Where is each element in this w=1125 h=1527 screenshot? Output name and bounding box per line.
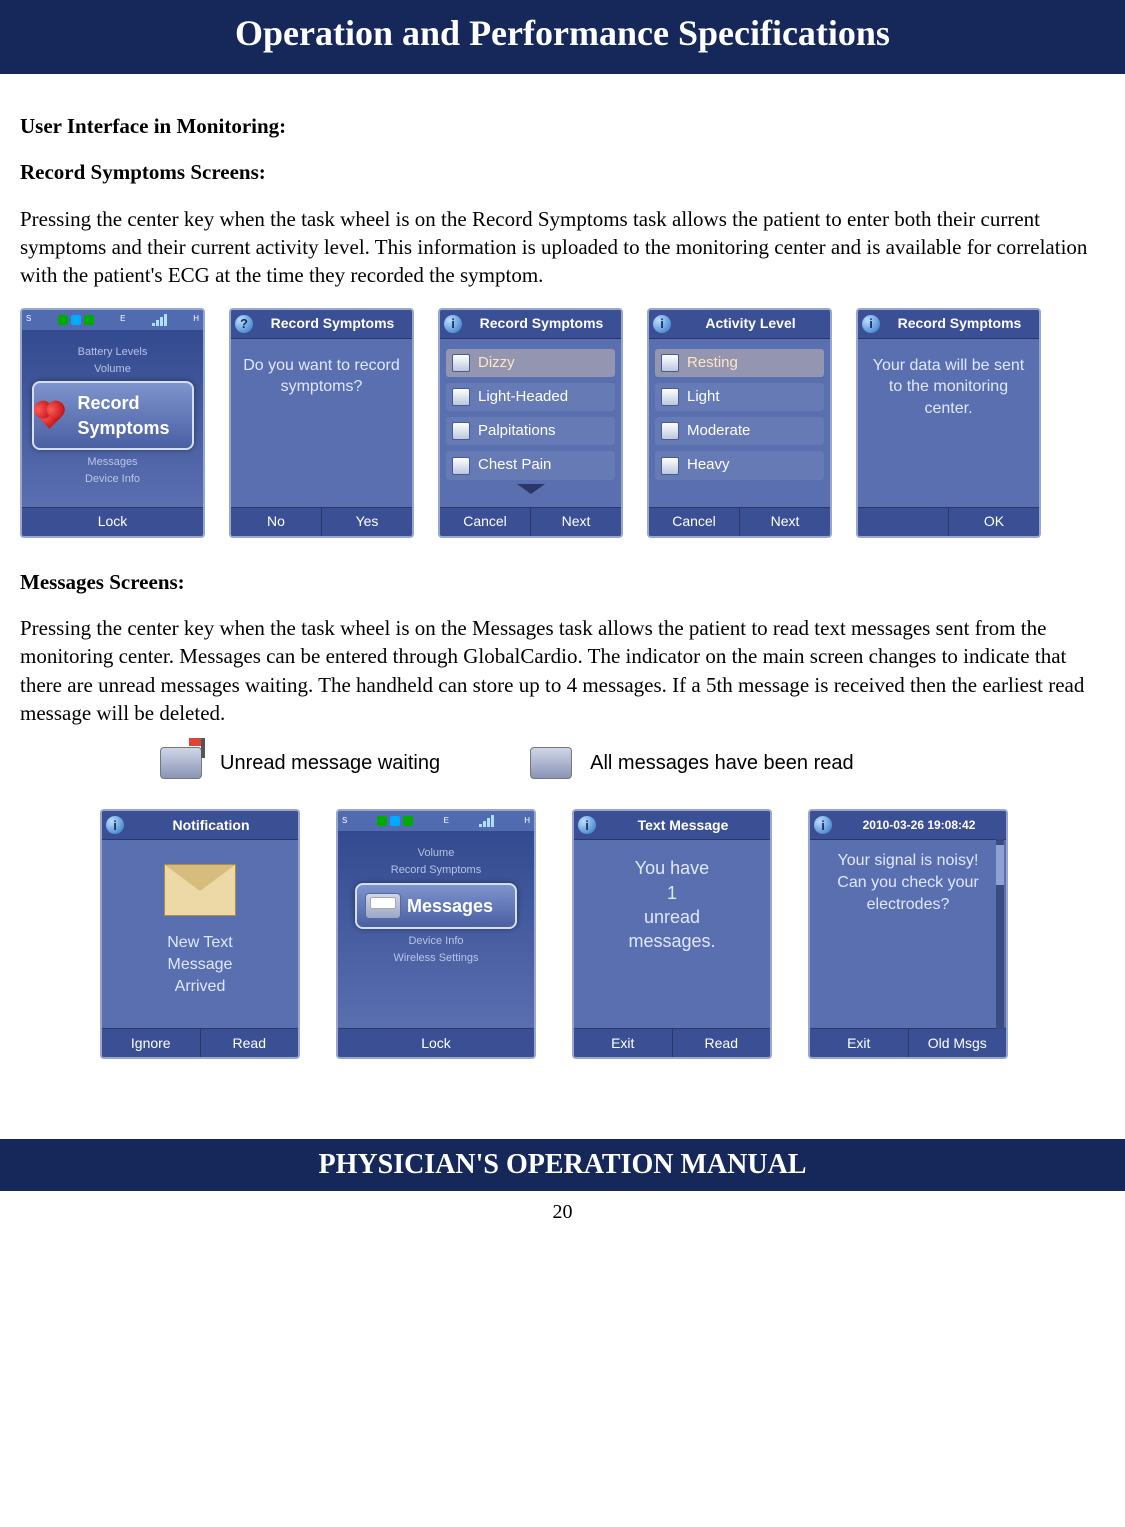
activity-option-light[interactable]: Light bbox=[655, 383, 824, 411]
activity-option-resting[interactable]: Resting bbox=[655, 349, 824, 377]
confirmation-message: Your data will be sent to the monitoring… bbox=[864, 349, 1033, 420]
symptoms-list-screen: i Record Symptoms Dizzy Light-Headed Pal… bbox=[438, 308, 623, 538]
messages-screens-row: i Notification New Text Message Arrived … bbox=[100, 809, 1105, 1059]
info-icon: i bbox=[578, 816, 596, 834]
heart-icon bbox=[36, 403, 61, 428]
softkey-lock[interactable]: Lock bbox=[22, 508, 203, 536]
checkbox-icon bbox=[661, 457, 679, 475]
wheel-item: Messages bbox=[87, 455, 137, 470]
mailbox-read-icon bbox=[530, 747, 572, 779]
softkey-read[interactable]: Read bbox=[673, 1029, 771, 1057]
info-icon: i bbox=[444, 315, 462, 333]
softkey-exit[interactable]: Exit bbox=[810, 1029, 909, 1057]
confirmation-screen: i Record Symptoms Your data will be sent… bbox=[856, 308, 1041, 538]
info-icon: i bbox=[106, 816, 124, 834]
text-message-screen: i Text Message You have 1 unread message… bbox=[572, 809, 772, 1059]
checkbox-icon bbox=[452, 388, 470, 406]
activity-option-heavy[interactable]: Heavy bbox=[655, 451, 824, 479]
scrollbar-thumb[interactable] bbox=[996, 845, 1004, 885]
section-messages-title: Messages Screens: bbox=[20, 568, 1105, 596]
task-wheel-messages-screen: S E H Volume Record Symptoms bbox=[336, 809, 536, 1059]
softkey-next[interactable]: Next bbox=[531, 508, 621, 536]
legend-unread-label: Unread message waiting bbox=[220, 750, 440, 777]
wheel-item: Device Info bbox=[85, 472, 140, 487]
info-icon: i bbox=[814, 816, 832, 834]
notification-screen: i Notification New Text Message Arrived … bbox=[100, 809, 300, 1059]
softkey-yes[interactable]: Yes bbox=[322, 508, 412, 536]
section-record-symptoms-title: Record Symptoms Screens: bbox=[20, 158, 1105, 186]
message-icon-legend: Unread message waiting All messages have… bbox=[160, 747, 1105, 779]
softkey-empty bbox=[858, 508, 949, 536]
section-ui-monitoring-title: User Interface in Monitoring: bbox=[20, 112, 1105, 140]
task-wheel-screen: S E H Battery Levels Volume bbox=[20, 308, 205, 538]
activity-level-screen: i Activity Level Resting Light Moderate … bbox=[647, 308, 832, 538]
symptom-option-dizzy[interactable]: Dizzy bbox=[446, 349, 615, 377]
wheel-selected-record-symptoms[interactable]: Record Symptoms bbox=[32, 381, 194, 450]
wheel-item: Volume bbox=[94, 362, 131, 377]
envelope-icon bbox=[164, 864, 236, 916]
checkbox-icon bbox=[661, 388, 679, 406]
softkey-ok[interactable]: OK bbox=[949, 508, 1039, 536]
checkbox-icon bbox=[452, 354, 470, 372]
info-icon: i bbox=[653, 315, 671, 333]
symptom-option-palpitations[interactable]: Palpitations bbox=[446, 417, 615, 445]
wheel-item: Record Symptoms bbox=[391, 863, 481, 878]
wheel-item: Device Info bbox=[408, 934, 463, 949]
record-symptoms-screens-row: S E H Battery Levels Volume bbox=[20, 308, 1105, 538]
record-symptoms-paragraph: Pressing the center key when the task wh… bbox=[20, 205, 1105, 290]
page-footer: PHYSICIAN'S OPERATION MANUAL bbox=[0, 1139, 1125, 1191]
page-header: Operation and Performance Specifications bbox=[0, 0, 1125, 74]
softkey-cancel[interactable]: Cancel bbox=[440, 508, 531, 536]
activity-option-moderate[interactable]: Moderate bbox=[655, 417, 824, 445]
mailbox-unread-icon bbox=[160, 747, 202, 779]
symptom-option-lightheaded[interactable]: Light-Headed bbox=[446, 383, 615, 411]
checkbox-icon bbox=[452, 422, 470, 440]
checkbox-icon bbox=[661, 422, 679, 440]
info-icon: i bbox=[862, 315, 880, 333]
softkey-next[interactable]: Next bbox=[740, 508, 830, 536]
wheel-item: Battery Levels bbox=[78, 345, 148, 360]
status-bar: S E H bbox=[22, 310, 203, 330]
checkbox-icon bbox=[661, 354, 679, 372]
messages-paragraph: Pressing the center key when the task wh… bbox=[20, 614, 1105, 727]
softkey-exit[interactable]: Exit bbox=[574, 1029, 673, 1057]
softkey-cancel[interactable]: Cancel bbox=[649, 508, 740, 536]
softkey-ignore[interactable]: Ignore bbox=[102, 1029, 201, 1057]
checkbox-icon bbox=[452, 457, 470, 475]
record-symptoms-prompt-screen: ? Record Symptoms Do you want to record … bbox=[229, 308, 414, 538]
legend-read-label: All messages have been read bbox=[590, 750, 854, 777]
page-number: 20 bbox=[0, 1201, 1125, 1224]
wheel-item: Wireless Settings bbox=[394, 951, 479, 966]
wheel-selected-messages[interactable]: Messages bbox=[355, 883, 517, 929]
signal-bars-icon bbox=[152, 314, 167, 326]
message-detail-screen: i 2010-03-26 19:08:42 Your signal is noi… bbox=[808, 809, 1008, 1059]
softkey-read[interactable]: Read bbox=[201, 1029, 299, 1057]
question-icon: ? bbox=[235, 315, 253, 333]
scroll-down-icon bbox=[517, 484, 545, 494]
softkey-lock[interactable]: Lock bbox=[338, 1029, 534, 1057]
signal-bars-icon bbox=[479, 815, 494, 827]
softkey-old-msgs[interactable]: Old Msgs bbox=[909, 1029, 1007, 1057]
status-bar: S E H bbox=[338, 811, 534, 831]
prompt-message: Do you want to record symptoms? bbox=[237, 349, 406, 398]
softkey-no[interactable]: No bbox=[231, 508, 322, 536]
mailbox-icon bbox=[365, 893, 401, 919]
wheel-item: Volume bbox=[418, 846, 455, 861]
symptom-option-chestpain[interactable]: Chest Pain bbox=[446, 451, 615, 479]
message-body-text: Your signal is noisy! Can you check your… bbox=[816, 850, 1000, 915]
